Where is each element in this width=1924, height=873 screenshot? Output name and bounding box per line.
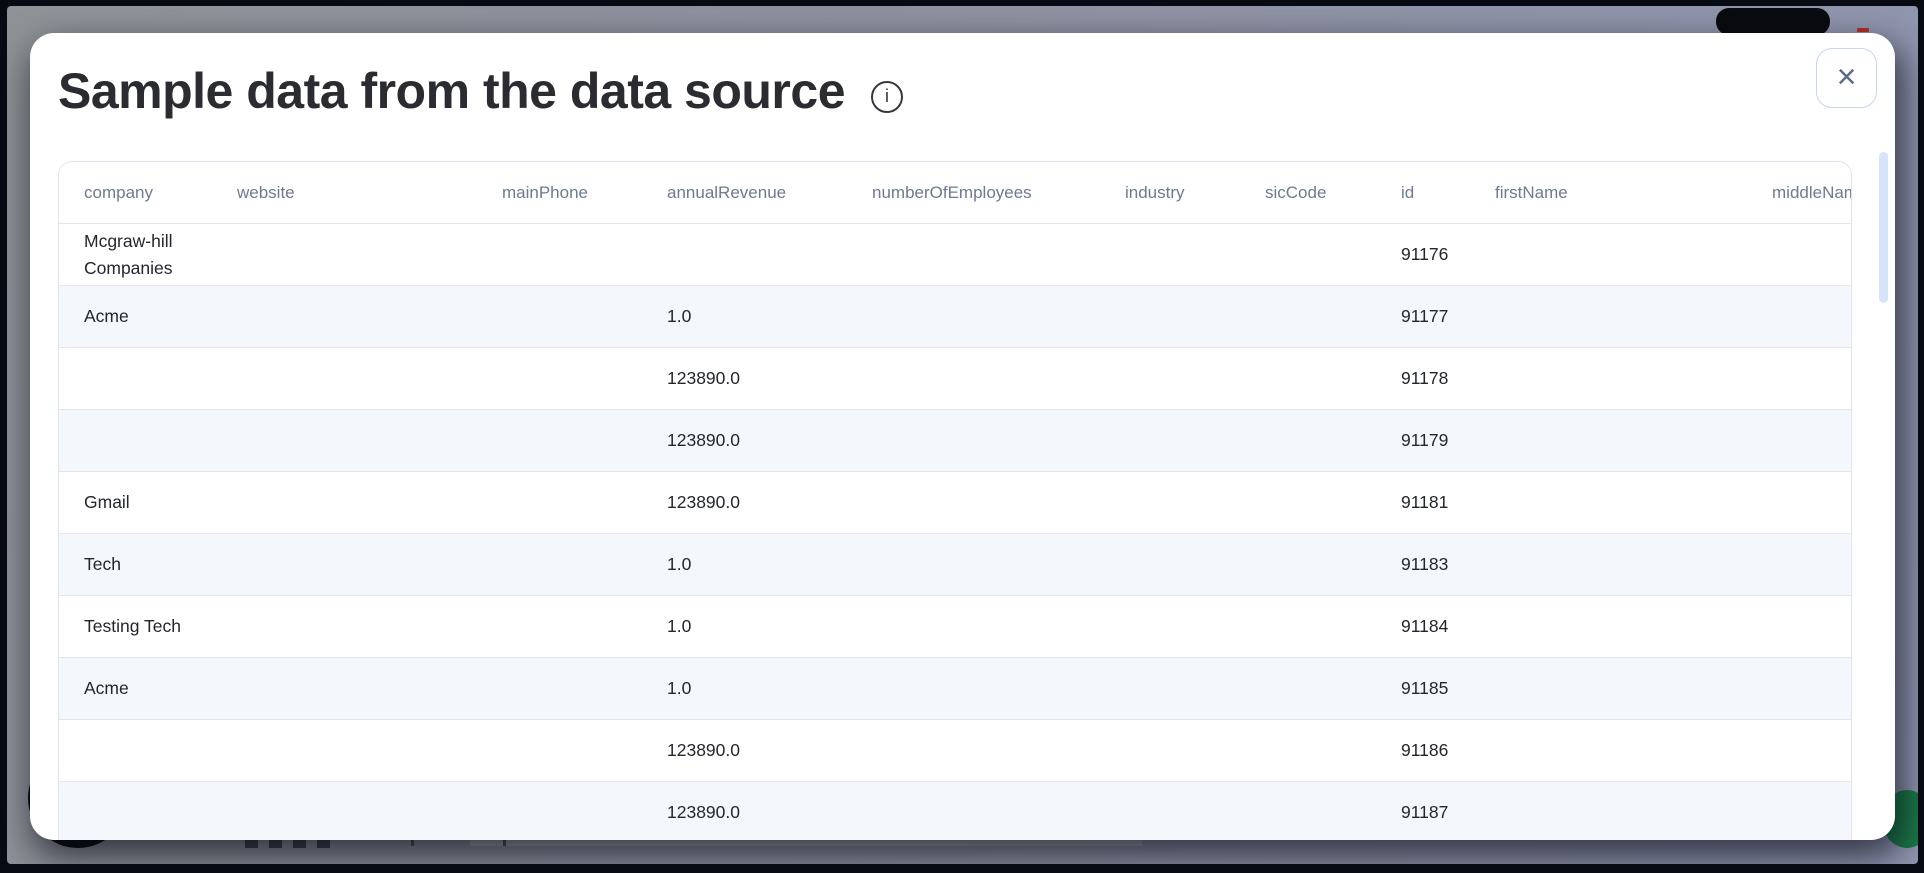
table-cell-id: 91184 [1401,616,1449,636]
sample-data-modal: Sample data from the data source i × com… [30,33,1895,840]
screen-frame: Sample data from the data source i × com… [0,0,1924,873]
table-row: 123890.0 91179 [59,409,1851,471]
table-cell-annualRevenue: 1.0 [667,554,692,574]
table-row: Acme 1.0 91177 [59,285,1851,347]
column-header-middleName: middleName [1772,183,1851,202]
table-row: Testing Tech 1.0 91184 [59,595,1851,657]
table-cell-annualRevenue: 123890.0 [667,368,740,388]
modal-title: Sample data from the data source [58,63,846,119]
modal-header: Sample data from the data source i [30,33,1895,121]
close-icon: × [1836,57,1857,96]
table-cell-company: Gmail [84,492,130,512]
column-header-mainPhone: mainPhone [502,183,589,202]
table-cell-company: Tech [84,554,121,574]
table-row: Gmail 123890.0 91181 [59,471,1851,533]
column-header-website: website [237,183,295,202]
background-red-fragment [1857,28,1869,32]
modal-scrollbar-thumb[interactable] [1879,152,1888,303]
column-header-sicCode: sicCode [1265,183,1327,202]
table-header-row: company website mainPhone annualRevenue numb… [59,162,1851,223]
table-row: 123890.0 91186 [59,719,1851,781]
table-cell-company: Testing Tech [84,616,181,636]
table-row: Acme 1.0 91185 [59,657,1851,719]
column-header-annualRevenue: annualRevenue [667,183,787,202]
table-cell-id: 91179 [1401,430,1449,450]
table-cell-annualRevenue: 1.0 [667,306,692,326]
table-row: 123890.0 91178 [59,347,1851,409]
column-header-firstName: firstName [1495,183,1568,202]
table-cell-company: Acme [84,678,129,698]
table-cell-id: 91178 [1401,368,1449,388]
column-header-company: company [84,183,153,202]
table-cell-annualRevenue: 123890.0 [667,802,740,822]
table-row: Tech 1.0 91183 [59,533,1851,595]
table-cell-annualRevenue: 123890.0 [667,430,740,450]
info-icon[interactable]: i [871,80,904,113]
close-button[interactable]: × [1816,48,1877,108]
table-cell-company: Acme [84,306,129,326]
table-cell-id: 91177 [1401,306,1449,326]
background-clipped-tick-fragment [411,839,521,846]
table-cell-id: 91176 [1401,244,1449,264]
table-cell-id: 91185 [1401,678,1449,698]
column-header-id: id [1401,183,1415,202]
table-cell-annualRevenue: 123890.0 [667,492,740,512]
dimmed-page-backdrop: Sample data from the data source i × com… [7,6,1918,864]
table-body: Mcgraw-hill Companies 91176 Acme 1.0 91177 12… [59,223,1851,840]
column-header-numberOfEmployees: numberOfEmployees [872,183,1032,202]
table-cell-id: 91186 [1401,740,1449,760]
table-cell-id: 91181 [1401,492,1449,512]
column-header-industry: industry [1125,183,1185,202]
background-clipped-text-fragment [245,839,337,848]
table-cell-annualRevenue: 1.0 [667,616,692,636]
sample-data-table: company website mainPhone annualRevenue numb… [58,161,1852,840]
table-row: 123890.0 91187 [59,781,1851,840]
table-cell-annualRevenue: 1.0 [667,678,692,698]
background-page-strip [470,840,1142,846]
background-button-fragment [1716,8,1830,35]
table-cell-company: Mcgraw-hill Companies [84,230,173,278]
table-cell-id: 91183 [1401,554,1449,574]
table-cell-id: 91187 [1401,802,1449,822]
info-icon-glyph: i [885,86,890,107]
table-row: Mcgraw-hill Companies 91176 [59,223,1851,285]
table-cell-annualRevenue: 123890.0 [667,740,740,760]
